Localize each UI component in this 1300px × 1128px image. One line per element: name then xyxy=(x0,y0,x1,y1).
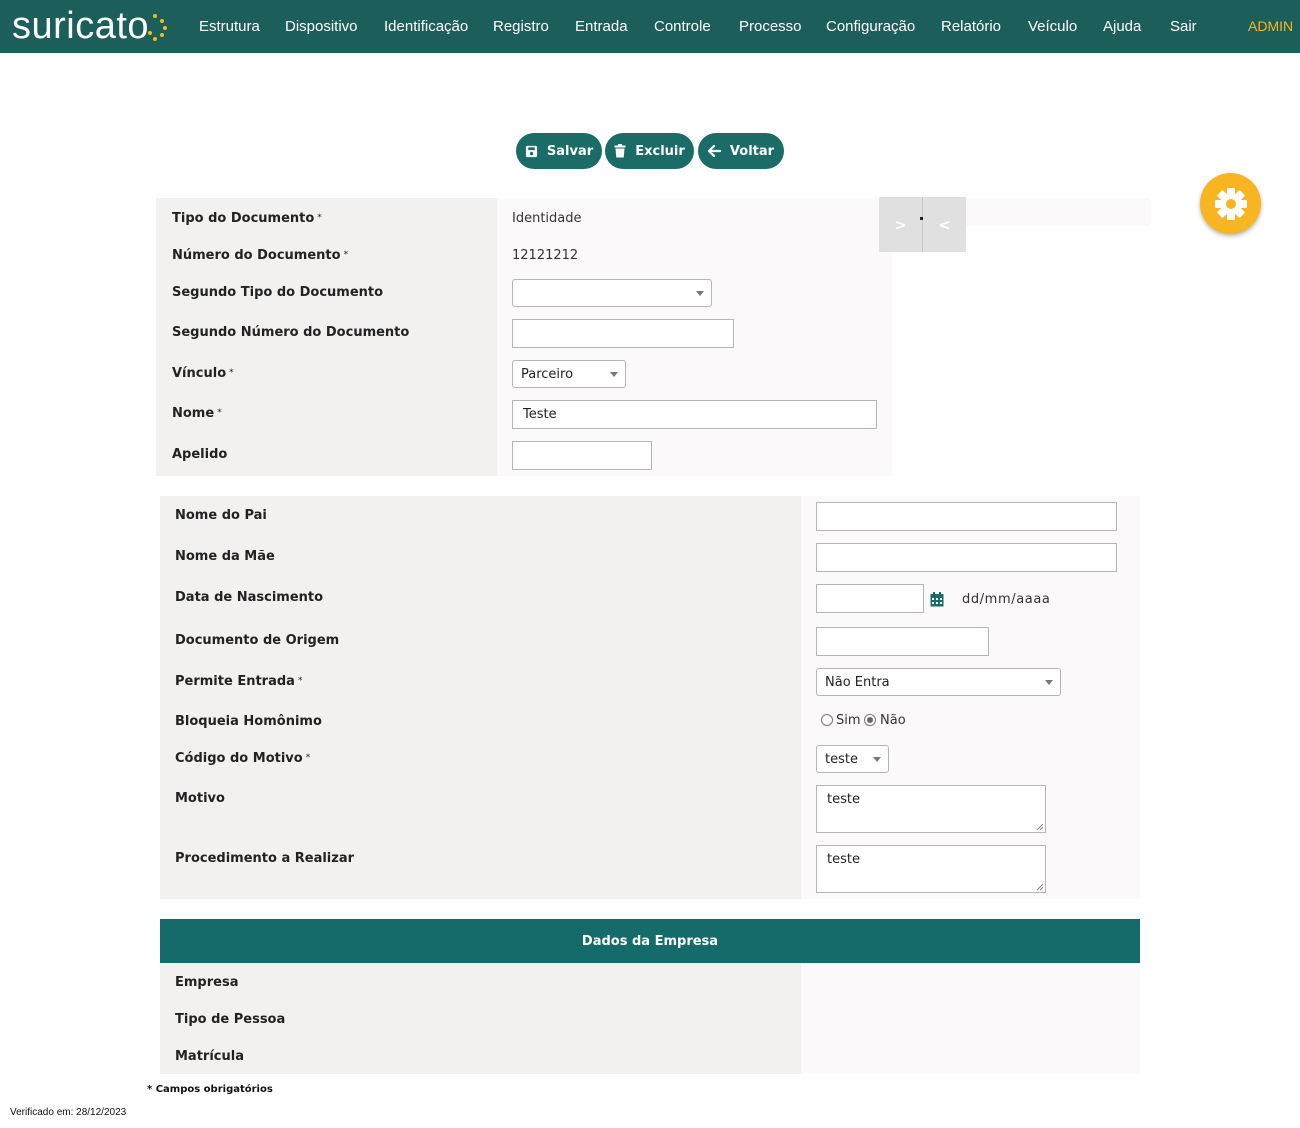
vinculo-label: Vínculo * xyxy=(172,366,234,381)
resize-grip-icon[interactable] xyxy=(1035,882,1044,891)
codigo-motivo-select[interactable]: teste xyxy=(816,745,889,773)
numero-documento-label: Número do Documento * xyxy=(172,248,348,263)
tipo-documento-value: Identidade xyxy=(512,211,582,226)
back-button[interactable]: Voltar xyxy=(698,133,784,169)
bloqueia-sim-radio[interactable] xyxy=(821,714,833,726)
nome-label: Nome * xyxy=(172,406,222,421)
company-values-panel xyxy=(801,963,1140,1074)
tipo-documento-text: Tipo do Documento xyxy=(172,211,315,226)
panel-toggle: > < xyxy=(879,197,966,252)
permite-entrada-label: Permite Entrada * xyxy=(175,674,302,689)
vinculo-select[interactable]: Parceiro xyxy=(512,360,626,388)
motivo-text: teste xyxy=(827,792,860,807)
date-format-hint: dd/mm/aaaa xyxy=(962,592,1051,607)
segundo-numero-label: Segundo Número do Documento xyxy=(172,325,410,340)
nav-dispositivo[interactable]: Dispositivo xyxy=(285,18,358,35)
trash-icon xyxy=(614,144,626,158)
nav-ajuda[interactable]: Ajuda xyxy=(1103,18,1141,35)
nav-configuracao[interactable]: Configuração xyxy=(826,18,915,35)
nome-mae-input[interactable] xyxy=(816,543,1117,572)
expand-button[interactable]: > xyxy=(879,197,922,252)
documento-origem-label: Documento de Origem xyxy=(175,633,340,648)
nome-pai-input[interactable] xyxy=(816,502,1117,531)
bloqueia-homonimo-label: Bloqueia Homônimo xyxy=(175,714,322,729)
calendar-icon[interactable] xyxy=(930,592,944,607)
nome-pai-label: Nome do Pai xyxy=(175,508,267,523)
bloqueia-nao-label[interactable]: Não xyxy=(880,713,906,728)
chevron-down-icon xyxy=(873,757,881,762)
numero-documento-value: 12121212 xyxy=(512,248,579,263)
top-navbar: suricato Estrutura Dispositivo Identific… xyxy=(0,0,1300,53)
procedimento-text: teste xyxy=(827,852,860,867)
nav-identificacao[interactable]: Identificação xyxy=(384,18,468,35)
back-label: Voltar xyxy=(729,143,775,159)
nome-mae-label: Nome da Mãe xyxy=(175,549,275,564)
numero-documento-text: Número do Documento xyxy=(172,248,341,263)
procedimento-textarea[interactable]: teste xyxy=(816,845,1046,893)
toggle-dot xyxy=(920,217,923,220)
gear-icon xyxy=(1214,187,1247,220)
nav-controle[interactable]: Controle xyxy=(654,18,711,35)
apelido-input[interactable] xyxy=(512,441,652,470)
collapse-button[interactable]: < xyxy=(923,197,966,252)
delete-label: Excluir xyxy=(635,143,685,159)
nav-entrada[interactable]: Entrada xyxy=(575,18,628,35)
apelido-label: Apelido xyxy=(172,447,228,462)
data-nascimento-input[interactable] xyxy=(816,584,924,613)
arrow-left-icon xyxy=(707,145,721,157)
motivo-label: Motivo xyxy=(175,791,225,806)
empresa-label: Empresa xyxy=(175,975,239,990)
save-label: Salvar xyxy=(546,143,594,159)
nav-relatorio[interactable]: Relatório xyxy=(941,18,1001,35)
segundo-numero-input[interactable] xyxy=(512,319,734,348)
verified-date: Verificado em: 28/12/2023 xyxy=(10,1107,127,1118)
permite-entrada-selected: Não Entra xyxy=(825,674,890,690)
segundo-tipo-label: Segundo Tipo do Documento xyxy=(172,285,384,300)
suricato-logo[interactable]: suricato xyxy=(12,4,169,48)
codigo-motivo-selected: teste xyxy=(825,751,858,767)
documento-origem-input[interactable] xyxy=(816,627,989,656)
matricula-label: Matrícula xyxy=(175,1049,244,1064)
vinculo-selected: Parceiro xyxy=(521,366,574,382)
nav-veiculo[interactable]: Veículo xyxy=(1028,18,1077,35)
vinculo-text: Vínculo xyxy=(172,366,227,381)
chevron-down-icon xyxy=(696,291,704,296)
nome-input[interactable]: Teste xyxy=(512,400,877,429)
tipo-documento-label: Tipo do Documento * xyxy=(172,211,322,226)
chevron-down-icon xyxy=(610,372,618,377)
logo-text: suricato xyxy=(12,5,150,47)
tipo-pessoa-label: Tipo de Pessoa xyxy=(175,1012,286,1027)
settings-gear-button[interactable] xyxy=(1200,173,1261,234)
data-nascimento-label: Data de Nascimento xyxy=(175,590,324,605)
permite-entrada-text: Permite Entrada xyxy=(175,674,295,689)
save-button[interactable]: Salvar xyxy=(516,133,602,169)
delete-button[interactable]: Excluir xyxy=(605,133,694,169)
save-icon xyxy=(525,145,537,157)
required-mark: * xyxy=(217,408,222,418)
codigo-motivo-text: Código do Motivo xyxy=(175,751,303,766)
company-section-header: Dados da Empresa xyxy=(160,919,1140,963)
required-mark: * xyxy=(343,250,349,260)
motivo-textarea[interactable]: teste xyxy=(816,785,1046,833)
nav-processo[interactable]: Processo xyxy=(739,18,802,35)
permite-entrada-select[interactable]: Não Entra xyxy=(816,668,1061,696)
required-mark: * xyxy=(305,753,311,763)
nome-text: Nome xyxy=(172,406,215,421)
required-mark: * xyxy=(317,213,322,223)
procedimento-label: Procedimento a Realizar xyxy=(175,851,355,866)
segundo-tipo-select[interactable] xyxy=(512,279,712,307)
logo-dots-icon xyxy=(147,11,169,41)
codigo-motivo-label: Código do Motivo * xyxy=(175,751,310,766)
nav-sair[interactable]: Sair xyxy=(1170,18,1197,35)
chevron-down-icon xyxy=(1045,680,1053,685)
required-fields-note: * Campos obrigatórios xyxy=(147,1084,273,1095)
bloqueia-nao-radio[interactable] xyxy=(864,714,876,726)
nav-estrutura[interactable]: Estrutura xyxy=(199,18,260,35)
required-mark: * xyxy=(297,676,303,686)
required-mark: * xyxy=(229,368,234,378)
bloqueia-sim-label[interactable]: Sim xyxy=(836,713,861,728)
user-name[interactable]: ADMIN xyxy=(1248,18,1293,34)
nav-registro[interactable]: Registro xyxy=(493,18,549,35)
resize-grip-icon[interactable] xyxy=(1035,822,1044,831)
